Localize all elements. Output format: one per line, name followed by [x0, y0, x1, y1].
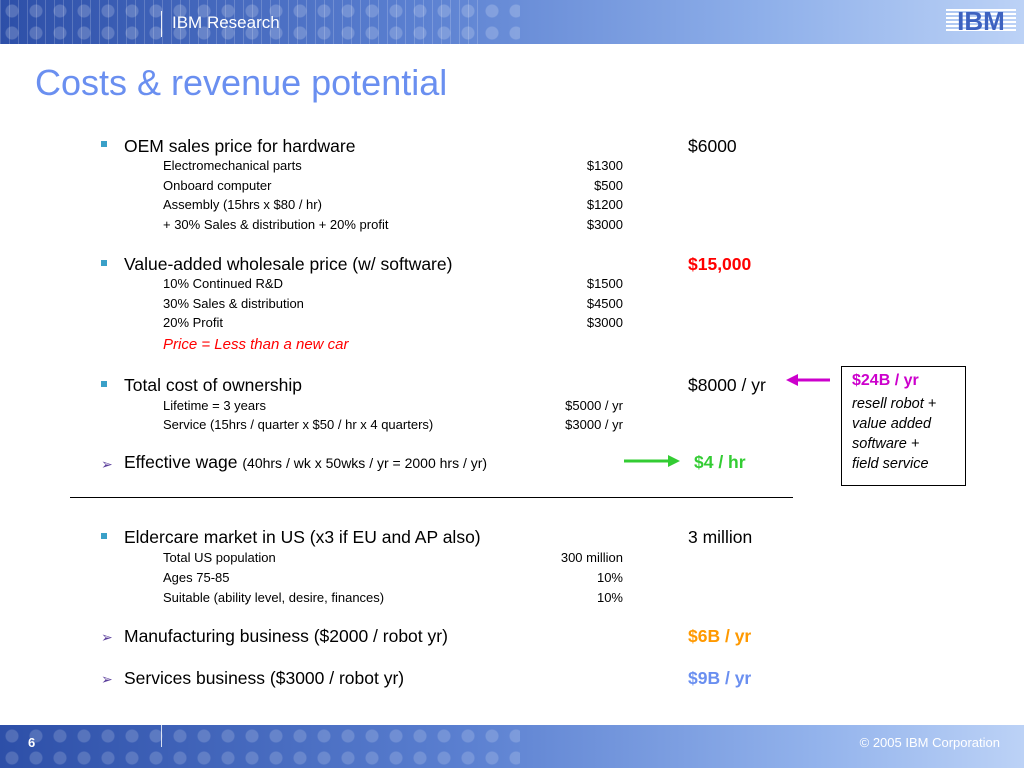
square-bullet-icon [101, 260, 107, 266]
square-bullet-icon [101, 533, 107, 539]
right-arrow-icon [624, 455, 680, 467]
callout-line: resell robot + [852, 396, 937, 412]
oem-item-value: $1200 [586, 197, 623, 212]
tco-label: Total cost of ownership [124, 375, 303, 395]
market-label: Eldercare market in US (x3 if EU and AP … [124, 527, 481, 547]
market-item-label: Suitable (ability level, desire, finance… [163, 590, 385, 605]
wage-total: $4 / hr [694, 452, 746, 472]
oem-item-label: Assembly (15hrs x $80 / hr) [163, 197, 322, 212]
page-title: Costs & revenue potential [35, 62, 448, 103]
oem-item-value: $3000 [586, 217, 623, 232]
arrow-bullet-icon: ➢ [101, 456, 113, 472]
tco-item-label: Lifetime = 3 years [163, 398, 266, 413]
manufacturing-label: Manufacturing business ($2000 / robot yr… [124, 626, 448, 646]
copyright: © 2005 IBM Corporation [859, 735, 1000, 750]
header-banner: IBM Research IBM [0, 0, 1024, 44]
wage-row: Effective wage (40hrs / wk x 50wks / yr … [124, 452, 487, 473]
tco-item-value: $3000 / yr [565, 417, 623, 432]
market-item-value: 300 million [560, 550, 623, 565]
callout-body: resell robot + value added software + fi… [852, 394, 955, 474]
oem-item-label: + 30% Sales & distribution + 20% profit [163, 217, 389, 232]
market-total: 3 million [688, 527, 753, 547]
banner-divider [161, 11, 162, 37]
wholesale-label: Value-added wholesale price (w/ software… [124, 254, 453, 274]
oem-item-value: $500 [594, 178, 623, 193]
page-number: 6 [28, 735, 36, 750]
arrow-bullet-icon: ➢ [101, 629, 113, 645]
footer-banner: 6 © 2005 IBM Corporation [0, 725, 1024, 768]
org-name: IBM Research [172, 13, 280, 32]
wholesale-item-value: $3000 [586, 315, 623, 330]
wage-detail: (40hrs / wk x 50wks / yr = 2000 hrs / yr… [242, 455, 488, 471]
price-note: Price = Less than a new car [163, 336, 349, 353]
square-bullet-icon [101, 381, 107, 387]
manufacturing-total: $6B / yr [688, 626, 752, 646]
market-item-label: Ages 75-85 [163, 570, 230, 585]
callout-title: $24B / yr [852, 372, 919, 389]
services-label: Services business ($3000 / robot yr) [124, 668, 405, 688]
tco-total: $8000 / yr [688, 375, 766, 395]
oem-item-label: Onboard computer [163, 178, 272, 193]
wholesale-item-label: 10% Continued R&D [163, 276, 283, 291]
footer-divider [161, 725, 162, 747]
footer-pattern [0, 725, 520, 768]
oem-total: $6000 [688, 136, 737, 156]
callout-line: software + [852, 436, 920, 452]
arrow-bullet-icon: ➢ [101, 671, 113, 687]
callout-line: field service [852, 456, 929, 472]
oem-item-label: Electromechanical parts [163, 158, 302, 173]
oem-label: OEM sales price for hardware [124, 136, 356, 156]
wholesale-item-label: 20% Profit [163, 315, 223, 330]
tco-item-label: Service (15hrs / quarter x $50 / hr x 4 … [163, 417, 434, 432]
services-total: $9B / yr [688, 668, 752, 688]
wholesale-total: $15,000 [688, 254, 752, 274]
tco-item-value: $5000 / yr [565, 398, 623, 413]
market-item-label: Total US population [163, 550, 276, 565]
wholesale-item-value: $4500 [586, 296, 623, 311]
wholesale-item-value: $1500 [586, 276, 623, 291]
wholesale-item-label: 30% Sales & distribution [163, 296, 304, 311]
callout-line: value added [852, 416, 932, 432]
square-bullet-icon [101, 141, 107, 147]
revenue-callout: $24B / yr resell robot + value added sof… [841, 366, 966, 486]
logo-text: IBM [957, 6, 1005, 36]
section-divider [70, 497, 793, 498]
market-item-value: 10% [596, 590, 623, 605]
left-arrow-icon [786, 374, 830, 386]
market-item-value: 10% [596, 570, 623, 585]
wage-label: Effective wage [124, 452, 238, 472]
oem-item-value: $1300 [586, 158, 623, 173]
ibm-logo-icon: IBM [946, 6, 1016, 36]
